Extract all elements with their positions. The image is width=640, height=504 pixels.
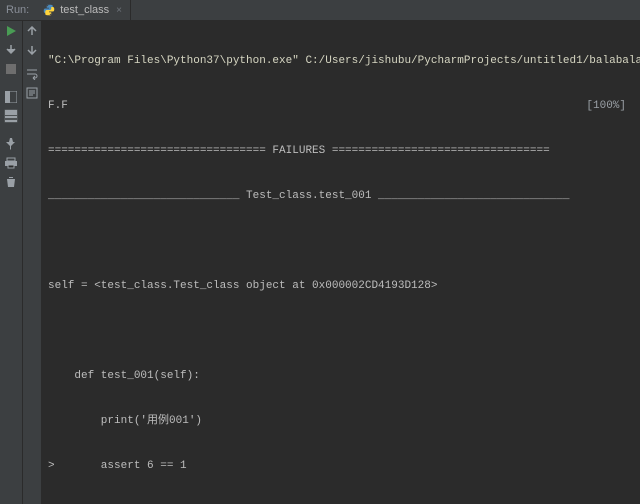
delete-icon[interactable] [4, 175, 18, 189]
scroll-icon[interactable] [25, 86, 39, 100]
run-toolbar-left [0, 21, 23, 504]
def-line-1: def test_001(self): [48, 369, 200, 384]
run-tab-test_class[interactable]: test_class × [35, 0, 131, 20]
pin-icon[interactable] [4, 137, 18, 151]
run-icon[interactable] [4, 24, 18, 38]
test001-header: _____________________________ Test_class… [48, 189, 570, 204]
close-icon[interactable]: × [114, 5, 122, 16]
wrap-icon[interactable] [25, 67, 39, 81]
run-tool-window: Run: test_class × [0, 0, 640, 504]
layout-icon[interactable] [4, 90, 18, 104]
failures-header: ================================= FAILUR… [48, 144, 550, 159]
progress-text: F.F [48, 99, 68, 114]
gt-line-1: > assert 6 == 1 [48, 459, 187, 474]
console-output[interactable]: "C:\Program Files\Python37\python.exe" C… [42, 21, 640, 504]
run-body: "C:\Program Files\Python37\python.exe" C… [0, 21, 640, 504]
down2-icon[interactable] [25, 43, 39, 57]
run-toolbar-sub [23, 21, 42, 504]
run-label: Run: [0, 4, 35, 16]
stop-icon[interactable] [4, 62, 18, 76]
run-tab-label: test_class [60, 4, 109, 16]
python-icon [43, 4, 55, 16]
print-icon[interactable] [4, 156, 18, 170]
console-cmd: "C:\Program Files\Python37\python.exe" C… [48, 54, 640, 69]
print-line-1: print('用例001') [48, 414, 202, 429]
self-repr-1: self = <test_class.Test_class object at … [48, 279, 437, 294]
up-icon[interactable] [25, 24, 39, 38]
run-header-row: Run: test_class × [0, 0, 640, 21]
step-down-icon[interactable] [4, 43, 18, 57]
layout2-icon[interactable] [4, 109, 18, 123]
progress-pct: [100%] [586, 99, 626, 114]
